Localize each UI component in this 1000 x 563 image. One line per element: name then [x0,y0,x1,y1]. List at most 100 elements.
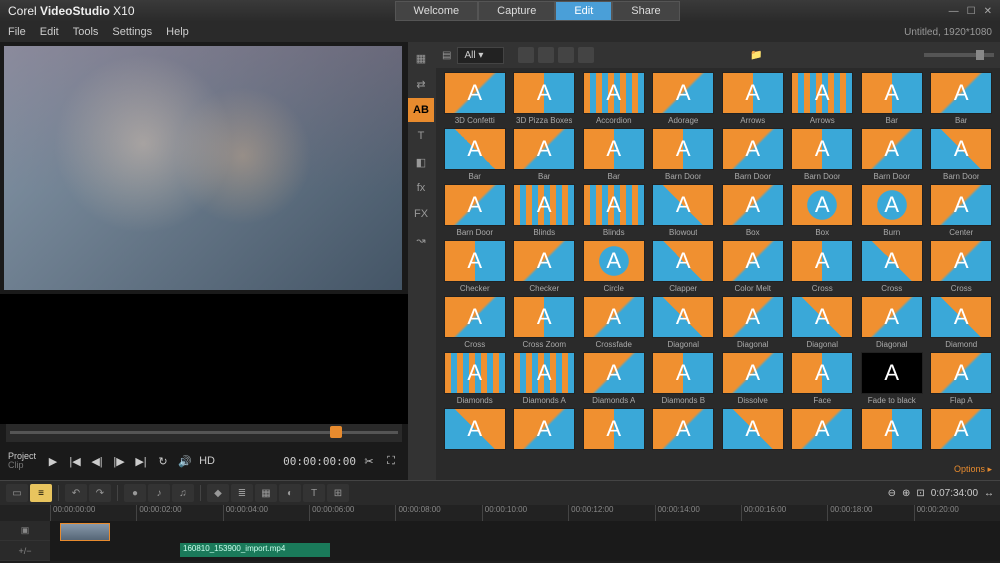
transition-item[interactable]: ADiamonds [442,352,508,405]
transition-item[interactable]: ABlinds [512,184,578,237]
lib-tab-filter[interactable]: fx [408,176,434,200]
tab-capture[interactable]: Capture [478,1,555,21]
scroll-toggle[interactable]: ↔ [984,488,994,499]
transition-item[interactable]: AArrows [790,72,856,125]
volume-button[interactable]: 🔊 [176,452,194,470]
transition-item[interactable]: ABar [581,128,647,181]
overlay-clip[interactable]: 160810_153900_import.mp4 [180,543,330,557]
split-button[interactable]: ✂ [360,452,378,470]
transition-item[interactable]: ADiamonds B [651,352,717,405]
transition-item[interactable]: AAccordion [581,72,647,125]
library-options[interactable]: Options ▸ [436,464,1000,480]
transition-item[interactable]: ABarn Door [651,128,717,181]
lib-tab-media[interactable]: ▦ [408,46,434,70]
timeline-ruler[interactable]: 00:00:00:0000:00:02:0000:00:04:0000:00:0… [0,505,1000,521]
transition-item[interactable]: AClapper [651,240,717,293]
transition-item[interactable]: A3D Pizza Boxes [512,72,578,125]
home-button[interactable]: |◀ [66,452,84,470]
transition-item[interactable]: ABox [720,184,786,237]
transition-item[interactable]: ABarn Door [442,184,508,237]
video-clip[interactable] [60,523,110,541]
redo-button[interactable]: ↷ [89,484,111,502]
transition-item[interactable]: ACross [929,240,995,293]
transition-item[interactable]: ABlowout [651,184,717,237]
transition-item[interactable]: AAdorage [651,72,717,125]
repeat-button[interactable]: ↻ [154,452,172,470]
transition-item[interactable]: A [790,408,856,452]
transition-item[interactable]: ACross [442,296,508,349]
transition-item[interactable]: AArrows [720,72,786,125]
transition-item[interactable]: A [720,408,786,452]
lib-tab-transitions[interactable]: AB [408,98,434,122]
transition-item[interactable]: A [581,408,647,452]
zoom-out-button[interactable]: ⊖ [888,488,896,499]
lib-fav-icon[interactable] [518,47,534,63]
lib-remove-icon[interactable] [578,47,594,63]
menu-file[interactable]: File [8,26,26,38]
transition-item[interactable]: ABar [859,72,925,125]
track-head-overlay[interactable]: +/− [0,541,50,561]
transition-item[interactable]: ABar [512,128,578,181]
prev-frame-button[interactable]: ◀| [88,452,106,470]
zoom-in-button[interactable]: ⊕ [902,488,910,499]
transition-item[interactable]: ABarn Door [790,128,856,181]
transition-item[interactable]: ABar [442,128,508,181]
transition-item[interactable]: ADiagonal [790,296,856,349]
preview-viewport[interactable] [4,46,402,290]
record-button[interactable]: ● [124,484,146,502]
transition-item[interactable]: AChecker [442,240,508,293]
multicam-button[interactable]: ▦ [255,484,277,502]
thumbnail-size-slider[interactable] [924,53,994,57]
transition-item[interactable]: ABar [929,72,995,125]
transition-item[interactable]: ADiamonds A [512,352,578,405]
transition-item[interactable]: A [859,408,925,452]
scrub-bar[interactable] [6,424,402,442]
transition-item[interactable]: ADissolve [720,352,786,405]
transition-item[interactable]: ACross [859,240,925,293]
transition-item[interactable]: ADiagonal [651,296,717,349]
next-frame-button[interactable]: |▶ [110,452,128,470]
play-button[interactable]: ▶ [44,452,62,470]
fullscreen-button[interactable]: ⛶ [382,452,400,470]
transition-item[interactable]: ABarn Door [859,128,925,181]
lib-random-icon[interactable] [558,47,574,63]
transition-item[interactable]: ACircle [581,240,647,293]
transition-item[interactable]: ABurn [859,184,925,237]
transition-item[interactable]: ABlinds [581,184,647,237]
transition-item[interactable]: A [929,408,995,452]
menu-help[interactable]: Help [166,26,189,38]
transition-item[interactable]: ABox [790,184,856,237]
transition-item[interactable]: ABarn Door [720,128,786,181]
scrub-handle[interactable] [330,426,342,438]
transition-item[interactable]: A [651,408,717,452]
transition-item[interactable]: AFade to black [859,352,925,405]
track-head-video[interactable]: ▣ [0,521,50,541]
timeline-view-button[interactable]: ≡ [30,484,52,502]
fit-button[interactable]: ⊡ [916,488,924,499]
mode-clip[interactable]: Clip [8,461,36,470]
marker-button[interactable]: ◆ [207,484,229,502]
gallery-icon[interactable]: ▤ [442,50,451,61]
transition-item[interactable]: ADiamond [929,296,995,349]
batch-button[interactable]: ⊞ [327,484,349,502]
transition-item[interactable]: ADiagonal [859,296,925,349]
end-button[interactable]: ▶| [132,452,150,470]
storyboard-view-button[interactable]: ▭ [6,484,28,502]
motion-button[interactable]: ◐ [279,484,301,502]
transition-item[interactable]: ACrossfade [581,296,647,349]
transition-item[interactable]: ADiagonal [720,296,786,349]
subtitle-button[interactable]: T [303,484,325,502]
transition-item[interactable]: AFlap A [929,352,995,405]
track-button[interactable]: ≣ [231,484,253,502]
library-filter-dropdown[interactable]: All ▾ [457,47,504,64]
mixer-button[interactable]: ♪ [148,484,170,502]
timeline-timecode[interactable]: 0:07:34:00 [931,488,978,499]
undo-button[interactable]: ↶ [65,484,87,502]
transition-item[interactable]: ACross Zoom [512,296,578,349]
hd-toggle[interactable]: HD [198,452,216,470]
lib-tab-graphic[interactable]: ◧ [408,150,434,174]
track-body[interactable]: 160810_153900_import.mp4 [50,521,1000,561]
close-icon[interactable]: ✕ [984,6,992,17]
transition-item[interactable]: A [442,408,508,452]
auto-music-button[interactable]: ♫ [172,484,194,502]
